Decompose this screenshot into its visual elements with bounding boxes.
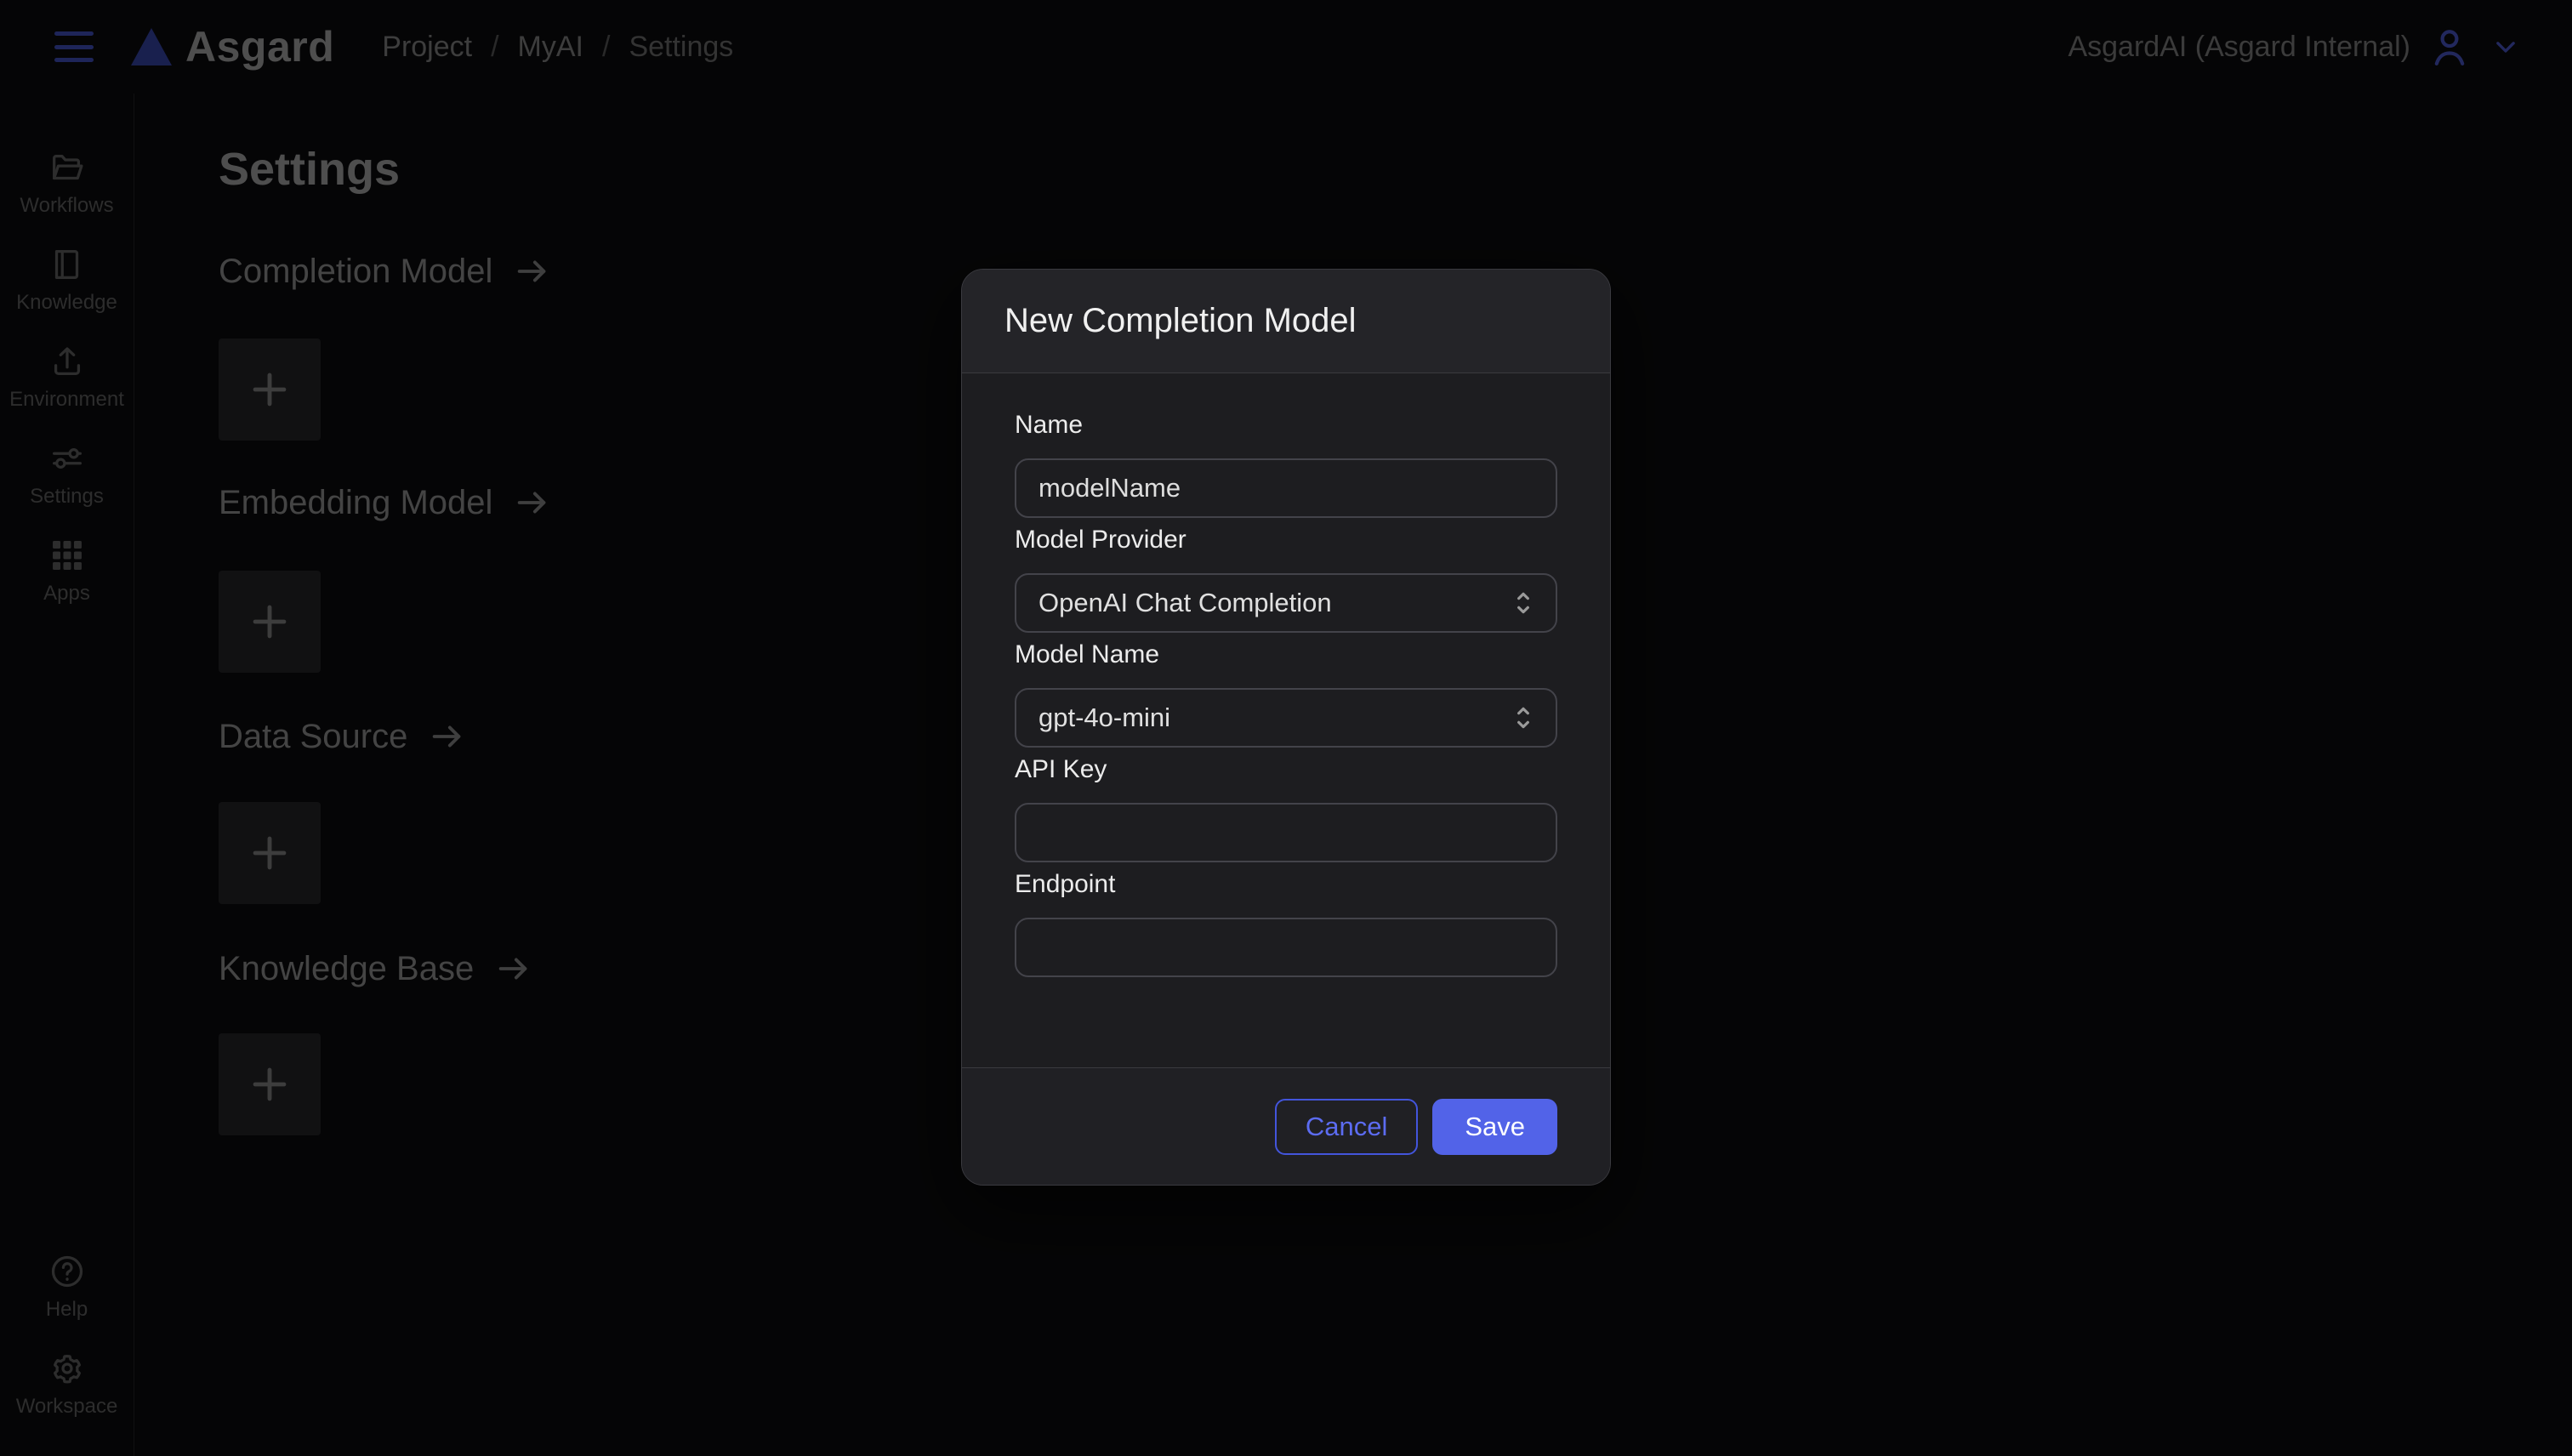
field-api-key: API Key: [1015, 755, 1557, 862]
model-name-select[interactable]: gpt-4o-mini: [1015, 688, 1557, 748]
dialog-body: Name Model Provider OpenAI Chat Completi…: [962, 373, 1610, 1067]
dialog-footer: Cancel Save: [962, 1067, 1610, 1185]
field-label: Endpoint: [1015, 870, 1557, 899]
select-chevrons-icon: [1510, 699, 1537, 737]
selected-value: gpt-4o-mini: [1038, 702, 1170, 733]
select-chevrons-icon: [1510, 584, 1537, 622]
dialog-header: New Completion Model: [962, 270, 1610, 373]
selected-value: OpenAI Chat Completion: [1038, 588, 1332, 618]
field-endpoint: Endpoint: [1015, 870, 1557, 977]
api-key-input[interactable]: [1015, 803, 1557, 862]
field-label: Name: [1015, 411, 1557, 440]
save-button[interactable]: Save: [1432, 1099, 1557, 1155]
field-label: Model Provider: [1015, 526, 1557, 555]
field-model-provider: Model Provider OpenAI Chat Completion: [1015, 526, 1557, 633]
endpoint-input[interactable]: [1015, 918, 1557, 977]
field-label: Model Name: [1015, 640, 1557, 669]
field-name: Name: [1015, 411, 1557, 518]
field-label: API Key: [1015, 755, 1557, 784]
model-provider-select[interactable]: OpenAI Chat Completion: [1015, 573, 1557, 633]
name-input[interactable]: [1015, 458, 1557, 518]
new-completion-model-dialog: New Completion Model Name Model Provider…: [961, 269, 1611, 1186]
field-model-name: Model Name gpt-4o-mini: [1015, 640, 1557, 748]
cancel-button[interactable]: Cancel: [1275, 1099, 1419, 1155]
dialog-title: New Completion Model: [1004, 302, 1357, 340]
